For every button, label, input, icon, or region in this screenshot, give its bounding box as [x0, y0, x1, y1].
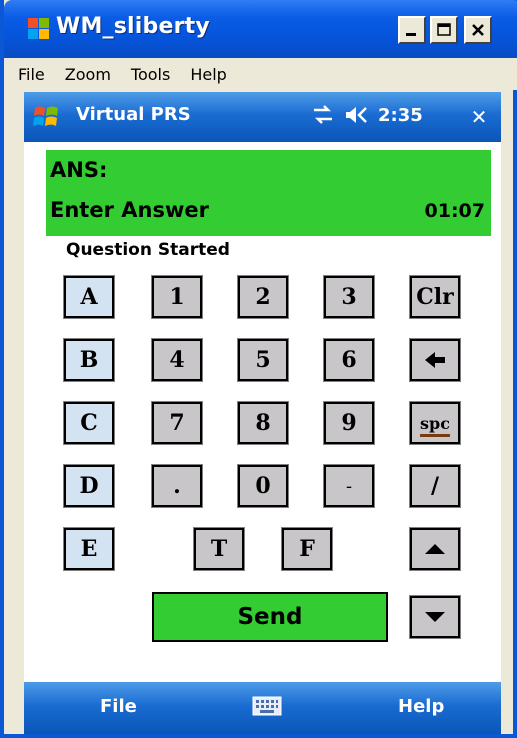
key-6[interactable]: 6	[323, 338, 375, 382]
menu-file[interactable]: File	[8, 65, 55, 84]
device-screen: Virtual PRS 2:35 ✕ ANS: Enter Answer 01:…	[24, 92, 501, 734]
window-titlebar[interactable]: WM_sliberty	[4, 0, 517, 58]
key-b[interactable]: B	[63, 338, 115, 382]
close-button[interactable]	[464, 16, 492, 44]
key-minus[interactable]: -	[323, 464, 375, 508]
soft-key-bar: File Help	[24, 682, 501, 734]
maximize-button[interactable]	[430, 16, 458, 44]
key-1[interactable]: 1	[151, 275, 203, 319]
maximize-icon	[437, 23, 451, 36]
send-button[interactable]: Send	[152, 592, 388, 642]
close-icon	[472, 24, 484, 36]
backspace-button[interactable]	[409, 338, 461, 382]
device-title-bar: Virtual PRS 2:35 ✕	[24, 92, 501, 142]
volume-icon	[346, 107, 367, 123]
window-title: WM_sliberty	[56, 14, 210, 39]
key-decimal[interactable]: .	[151, 464, 203, 508]
key-4[interactable]: 4	[151, 338, 203, 382]
answer-prompt: Enter Answer	[50, 198, 209, 222]
device-app-title: Virtual PRS	[76, 104, 191, 125]
answer-timer: 01:07	[424, 200, 485, 222]
key-7[interactable]: 7	[151, 401, 203, 445]
key-false[interactable]: F	[281, 527, 333, 571]
app-icon	[28, 18, 50, 40]
device-clock: 2:35	[378, 104, 423, 126]
key-a[interactable]: A	[63, 275, 115, 319]
arrow-down-icon	[425, 612, 445, 622]
answer-panel: ANS: Enter Answer 01:07	[46, 150, 491, 236]
clear-button[interactable]: Clr	[409, 275, 461, 319]
key-c[interactable]: C	[63, 401, 115, 445]
answer-label: ANS:	[50, 158, 108, 182]
key-3[interactable]: 3	[323, 275, 375, 319]
arrow-up-icon	[425, 544, 445, 554]
key-8[interactable]: 8	[237, 401, 289, 445]
menu-tools[interactable]: Tools	[121, 65, 180, 84]
minimize-icon	[406, 33, 416, 36]
key-e[interactable]: E	[63, 527, 115, 571]
menu-zoom[interactable]: Zoom	[55, 65, 121, 84]
emulator-window: WM_sliberty File Zoom Tools Help Virtual…	[0, 0, 517, 738]
softkey-file[interactable]: File	[100, 696, 137, 717]
device-close-button[interactable]: ✕	[466, 104, 492, 130]
device-status-area[interactable]: 2:35	[310, 104, 423, 126]
key-5[interactable]: 5	[237, 338, 289, 382]
scroll-down-button[interactable]	[409, 595, 461, 639]
arrow-left-icon	[425, 352, 445, 368]
menu-help[interactable]: Help	[180, 65, 236, 84]
minimize-button[interactable]	[398, 16, 426, 44]
softkey-help[interactable]: Help	[398, 696, 444, 717]
windows-start-flag-icon[interactable]	[32, 102, 62, 132]
keyboard-icon[interactable]	[252, 696, 282, 716]
scroll-up-button[interactable]	[409, 527, 461, 571]
key-0[interactable]: 0	[237, 464, 289, 508]
key-true[interactable]: T	[193, 527, 245, 571]
connectivity-icon	[314, 105, 332, 124]
menu-bar: File Zoom Tools Help	[8, 58, 517, 90]
key-2[interactable]: 2	[237, 275, 289, 319]
key-d[interactable]: D	[63, 464, 115, 508]
space-button[interactable]: spc	[409, 401, 461, 445]
key-slash[interactable]: /	[409, 464, 461, 508]
question-status: Question Started	[66, 240, 230, 260]
key-9[interactable]: 9	[323, 401, 375, 445]
